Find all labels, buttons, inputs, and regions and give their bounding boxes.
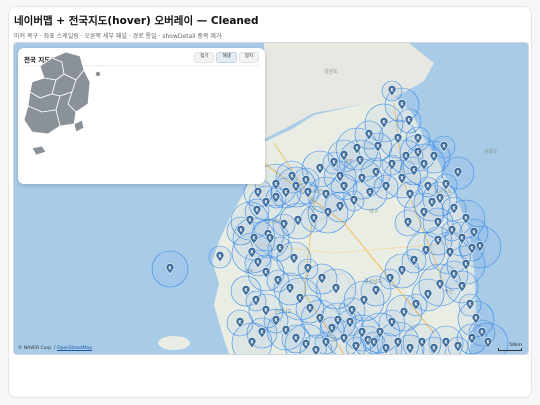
attribution-text: © NAVER Corp. / (18, 346, 56, 351)
map-attribution: © NAVER Corp. / OpenStreetMap (18, 346, 92, 351)
panel-button-group: 접기 해생 정지 (194, 52, 259, 63)
osm-link[interactable]: OpenStreetMap (57, 346, 92, 351)
page-title: 네이버맵 + 전국지도(hover) 오버레이 — Cleaned (14, 15, 259, 27)
land-jeju (158, 336, 190, 350)
korea-region-map[interactable] (18, 48, 108, 160)
page-subtitle: 마커 복구 · 좌표 스케일링 · 오른쪽 세부 패널 · 경로 통일 · sh… (14, 33, 222, 40)
region-busan[interactable] (73, 119, 85, 133)
region-jeju[interactable] (31, 145, 47, 156)
toggle-button[interactable]: 해생 (216, 52, 237, 63)
naver-map[interactable]: 강원도경상북도전라북도전라남도경상남도울릉도대구부산광주대전청주 KKKKKKK… (13, 42, 529, 355)
korea-regions[interactable] (23, 51, 101, 156)
place-label: 강원도 (324, 68, 338, 75)
scale-bar (498, 348, 522, 351)
collapse-button[interactable]: 접기 (194, 52, 215, 63)
app-card: 네이버맵 + 전국지도(hover) 오버레이 — Cleaned 마커 복구 … (8, 6, 532, 398)
region-ulleungdo[interactable] (95, 71, 101, 77)
map-scale: 50km (498, 343, 522, 351)
place-label: 울릉도 (484, 149, 498, 155)
overlay-panel: 전국 지도(hover) 접기 해생 정지 (18, 48, 265, 184)
map-marker[interactable]: K (311, 345, 321, 354)
stop-button[interactable]: 정지 (238, 52, 259, 63)
